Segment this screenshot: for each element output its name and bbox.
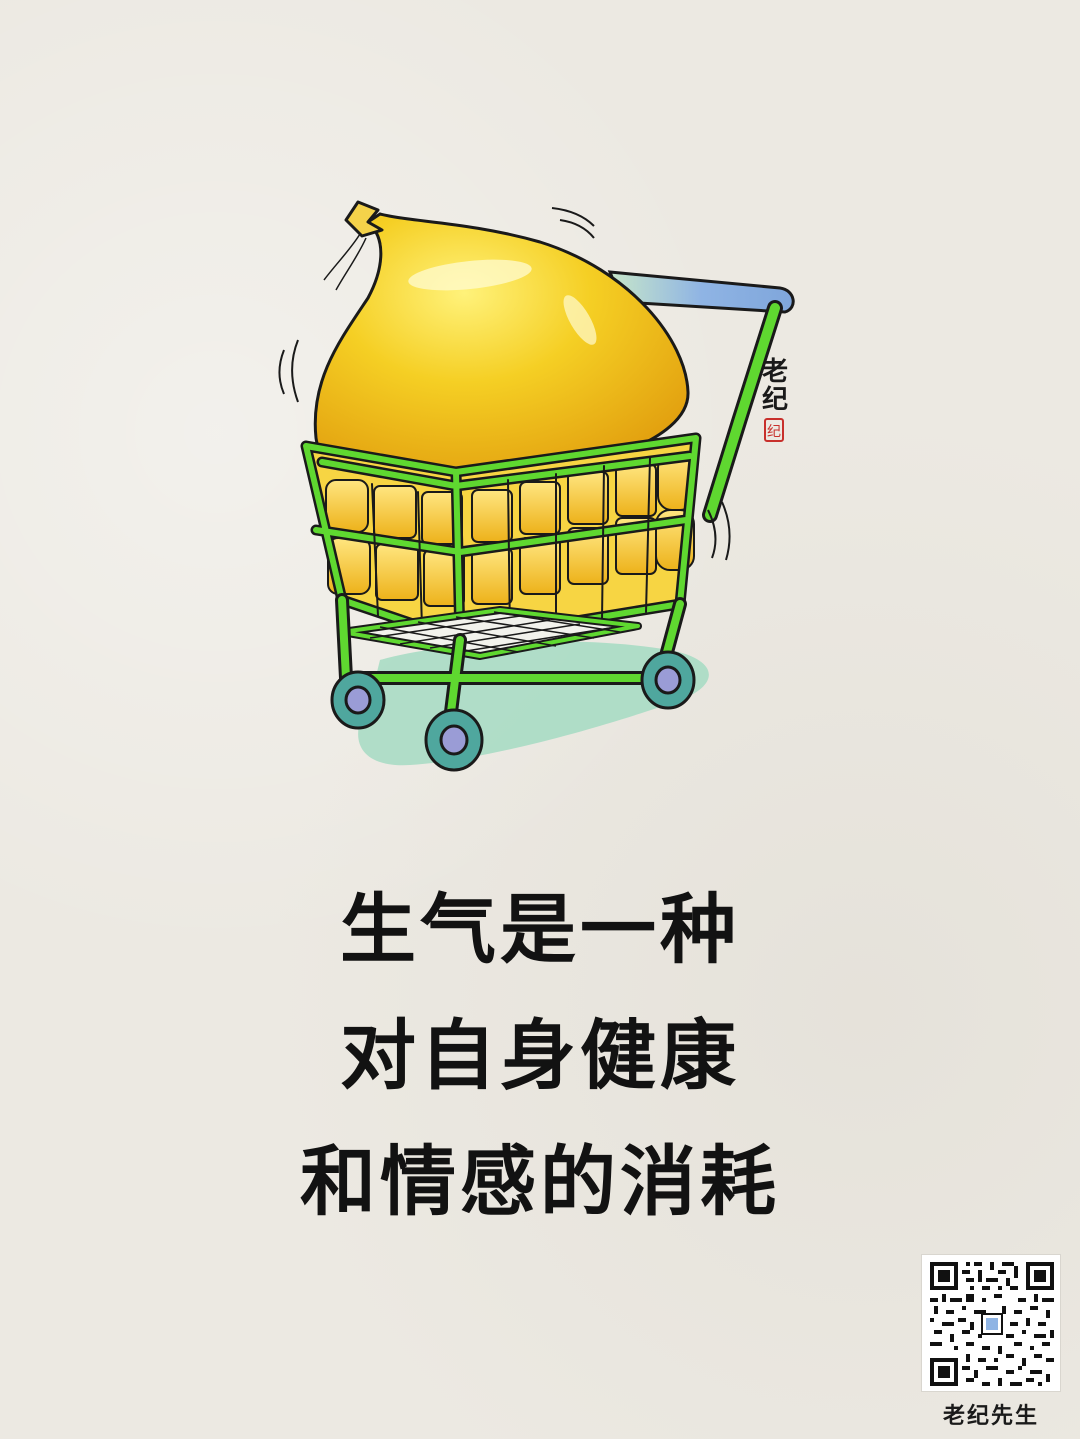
artist-seal: 纪 (764, 418, 784, 442)
caption: 生气是一种 对自身健康 和情感的消耗 (0, 888, 1080, 1266)
caption-line-1: 生气是一种 (340, 885, 740, 974)
qr-code-pattern (930, 1262, 1054, 1386)
caption-line-3: 和情感的消耗 (300, 1137, 780, 1226)
shopping-cart-illustration (278, 200, 795, 772)
balloon-bag (313, 212, 690, 480)
caption-line-2: 对自身健康 (340, 1011, 740, 1100)
qr-code[interactable] (921, 1254, 1061, 1392)
artist-signature: 老纪 (761, 357, 788, 415)
qr-label: 老纪先生 (942, 1404, 1039, 1429)
